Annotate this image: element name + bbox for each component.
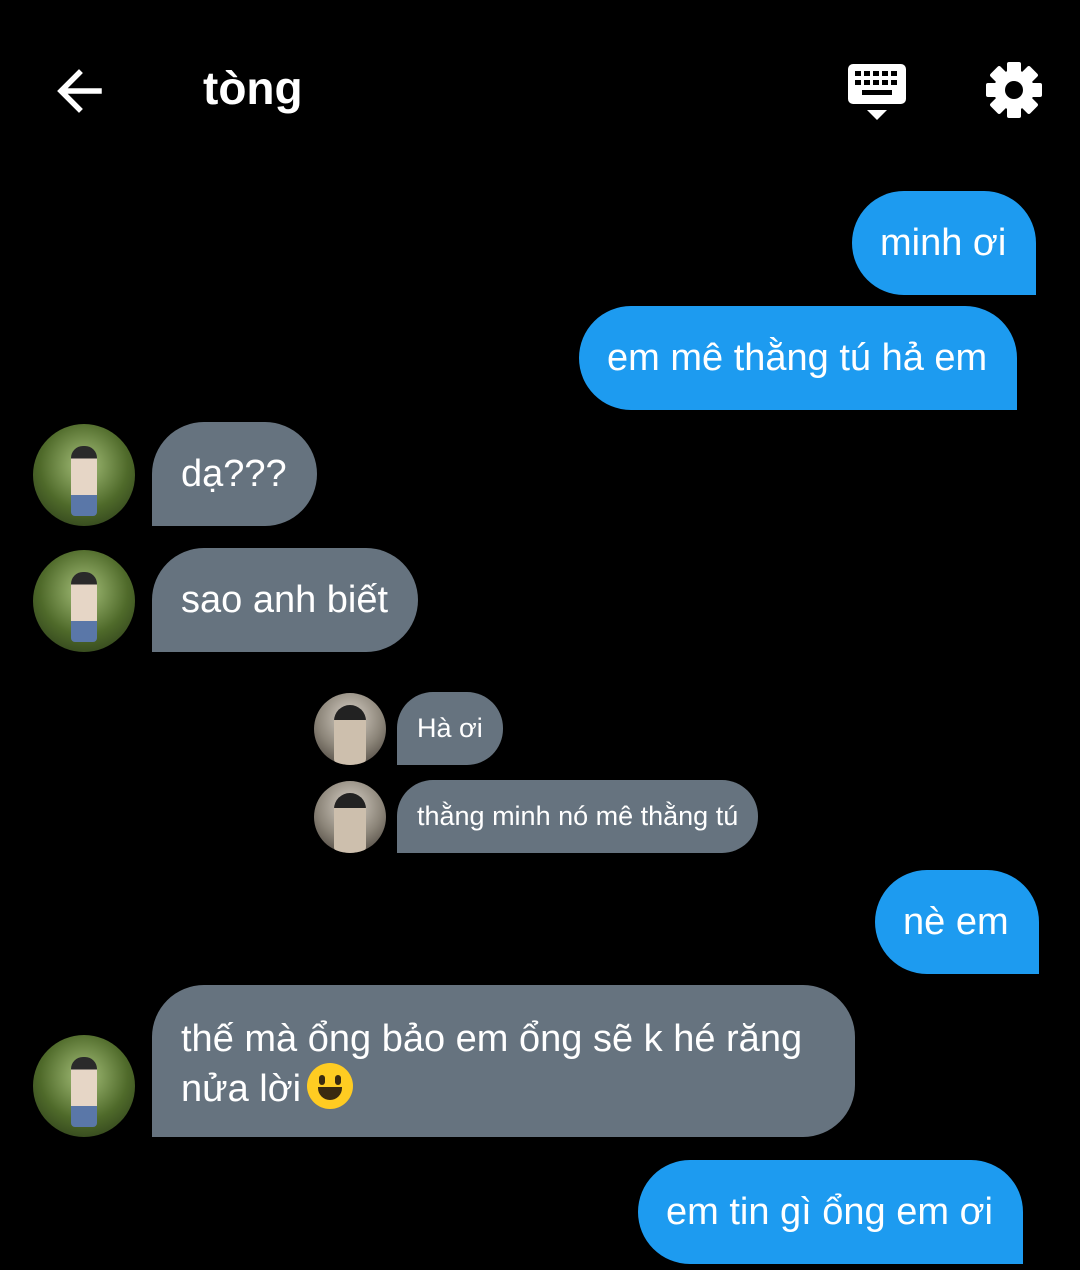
message-bubble-incoming[interactable]: sao anh biết xyxy=(152,548,419,652)
message-bubble-outgoing[interactable]: nè em xyxy=(875,870,1039,974)
quoted-message-bubble[interactable]: Hà ơi xyxy=(397,692,503,765)
message-text: sao anh biết xyxy=(181,578,389,621)
settings-button[interactable] xyxy=(982,58,1046,122)
message-text: thế mà ổng bảo em ổng sẽ k hé răng nửa l… xyxy=(181,1018,803,1110)
quoted-contact-avatar[interactable] xyxy=(314,693,386,765)
keyboard-hide-icon xyxy=(848,64,906,120)
quoted-contact-avatar[interactable] xyxy=(314,781,386,853)
message-text: em mê thằng tú hả em xyxy=(607,336,988,379)
quoted-message-bubble[interactable]: thằng minh nó mê thằng tú xyxy=(397,780,759,853)
grinning-face-emoji xyxy=(307,1063,354,1109)
message-text: em tin gì ổng em ơi xyxy=(666,1190,993,1233)
message-text: nè em xyxy=(903,900,1009,943)
message-text: thằng minh nó mê thằng tú xyxy=(417,801,739,831)
chat-header: tòng xyxy=(0,0,1080,180)
message-text: dạ??? xyxy=(181,452,287,495)
message-bubble-incoming[interactable]: dạ??? xyxy=(152,422,317,526)
message-bubble-outgoing[interactable]: minh ơi xyxy=(852,191,1037,295)
gear-icon xyxy=(986,62,1042,118)
contact-avatar[interactable] xyxy=(33,1035,135,1137)
message-text: Hà ơi xyxy=(417,713,483,743)
message-bubble-outgoing[interactable]: em tin gì ổng em ơi xyxy=(638,1160,1023,1264)
message-bubble-outgoing[interactable]: em mê thằng tú hả em xyxy=(579,306,1018,410)
contact-avatar[interactable] xyxy=(33,550,135,652)
back-button[interactable] xyxy=(50,62,108,120)
keyboard-hide-button[interactable] xyxy=(846,62,910,122)
contact-avatar[interactable] xyxy=(33,424,135,526)
arrow-left-icon xyxy=(57,69,102,113)
message-text: minh ơi xyxy=(880,221,1007,264)
chat-title: tòng xyxy=(203,62,303,114)
message-bubble-incoming[interactable]: thế mà ổng bảo em ổng sẽ k hé răng nửa l… xyxy=(152,985,855,1137)
